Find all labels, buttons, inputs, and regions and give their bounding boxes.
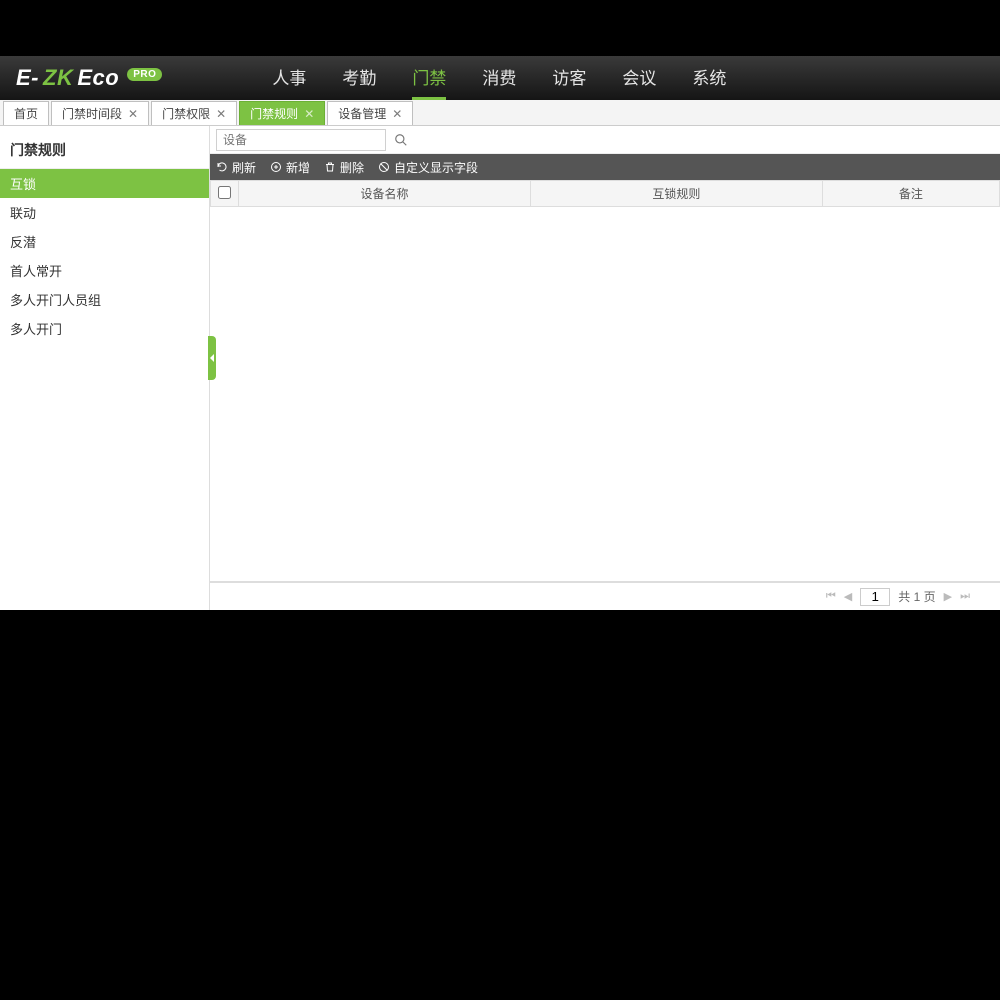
search-input[interactable] — [216, 129, 386, 151]
sidebar-item-interlock[interactable]: 互锁 — [0, 169, 209, 198]
main-panel: 刷新 新增 删除 自定义显示字段 — [210, 126, 1000, 610]
data-grid: 设备名称 互锁规则 备注 — [210, 180, 1000, 582]
tab-label: 门禁权限 — [162, 105, 210, 122]
col-rule[interactable]: 互锁规则 — [530, 181, 822, 207]
topnav-item-system[interactable]: 系统 — [692, 56, 726, 100]
pager-prev-icon[interactable]: ◀ — [844, 590, 852, 603]
tabbar: 首页 门禁时间段 ✕ 门禁权限 ✕ 门禁规则 ✕ 设备管理 ✕ — [0, 100, 1000, 126]
topnav: 人事 考勤 门禁 消费 访客 会议 系统 — [272, 56, 726, 100]
close-icon[interactable]: ✕ — [304, 107, 314, 121]
pager-first-icon[interactable]: ⏮ — [826, 590, 836, 603]
sidebar-item-multiopen[interactable]: 多人开门 — [0, 314, 209, 343]
columns-button[interactable]: 自定义显示字段 — [378, 159, 478, 176]
add-label: 新增 — [286, 159, 310, 176]
delete-label: 删除 — [340, 159, 364, 176]
tab-home[interactable]: 首页 — [3, 101, 49, 125]
select-all-cell — [211, 181, 239, 207]
col-device-name[interactable]: 设备名称 — [239, 181, 531, 207]
body: 门禁规则 互锁 联动 反潜 首人常开 多人开门人员组 多人开门 刷新 — [0, 126, 1000, 610]
select-all-checkbox[interactable] — [218, 186, 231, 199]
topnav-item-attendance[interactable]: 考勤 — [342, 56, 376, 100]
pager-next-icon[interactable]: ▶ — [944, 590, 952, 603]
close-icon[interactable]: ✕ — [216, 107, 226, 121]
tab-label: 首页 — [14, 105, 38, 122]
pager-total: 共 1 页 — [898, 588, 935, 605]
tab-access-rule[interactable]: 门禁规则 ✕ — [239, 101, 325, 125]
search-row — [210, 126, 1000, 154]
app-window: E-ZKEco PRO 人事 考勤 门禁 消费 访客 会议 系统 首页 门禁时间… — [0, 56, 1000, 610]
tab-device-mgmt[interactable]: 设备管理 ✕ — [327, 101, 413, 125]
toolbar: 刷新 新增 删除 自定义显示字段 — [210, 154, 1000, 180]
sidebar: 门禁规则 互锁 联动 反潜 首人常开 多人开门人员组 多人开门 — [0, 126, 210, 610]
search-icon[interactable] — [392, 131, 410, 149]
refresh-icon — [216, 161, 228, 173]
close-icon[interactable]: ✕ — [392, 107, 402, 121]
topnav-item-access[interactable]: 门禁 — [412, 56, 446, 100]
topnav-item-personnel[interactable]: 人事 — [272, 56, 306, 100]
topnav-item-visitor[interactable]: 访客 — [552, 56, 586, 100]
refresh-label: 刷新 — [232, 159, 256, 176]
grid-body-empty — [210, 207, 1000, 567]
pager-page-input[interactable] — [860, 588, 890, 606]
close-icon[interactable]: ✕ — [128, 107, 138, 121]
tab-label: 门禁规则 — [250, 105, 298, 122]
sidebar-item-antipassback[interactable]: 反潜 — [0, 227, 209, 256]
logo: E-ZKEco PRO — [16, 65, 162, 91]
ban-icon — [378, 161, 390, 173]
plus-icon — [270, 161, 282, 173]
pager-last-icon[interactable]: ⏭ — [960, 590, 970, 603]
col-remark[interactable]: 备注 — [822, 181, 999, 207]
sidebar-item-linkage[interactable]: 联动 — [0, 198, 209, 227]
tab-label: 设备管理 — [338, 105, 386, 122]
header: E-ZKEco PRO 人事 考勤 门禁 消费 访客 会议 系统 — [0, 56, 1000, 100]
trash-icon — [324, 161, 336, 173]
pager: ⏮ ◀ 共 1 页 ▶ ⏭ — [210, 582, 1000, 610]
tab-access-timezone[interactable]: 门禁时间段 ✕ — [51, 101, 149, 125]
refresh-button[interactable]: 刷新 — [216, 159, 256, 176]
sidebar-collapse-handle[interactable] — [208, 336, 216, 380]
sidebar-item-firstopen[interactable]: 首人常开 — [0, 256, 209, 285]
delete-button[interactable]: 删除 — [324, 159, 364, 176]
tab-access-permission[interactable]: 门禁权限 ✕ — [151, 101, 237, 125]
topnav-item-meeting[interactable]: 会议 — [622, 56, 656, 100]
add-button[interactable]: 新增 — [270, 159, 310, 176]
sidebar-title: 门禁规则 — [0, 126, 209, 169]
columns-label: 自定义显示字段 — [394, 159, 478, 176]
topnav-item-consumption[interactable]: 消费 — [482, 56, 516, 100]
logo-pro-badge: PRO — [127, 68, 162, 81]
table-header-row: 设备名称 互锁规则 备注 — [211, 181, 1000, 207]
tab-label: 门禁时间段 — [62, 105, 122, 122]
sidebar-item-multigroup[interactable]: 多人开门人员组 — [0, 285, 209, 314]
